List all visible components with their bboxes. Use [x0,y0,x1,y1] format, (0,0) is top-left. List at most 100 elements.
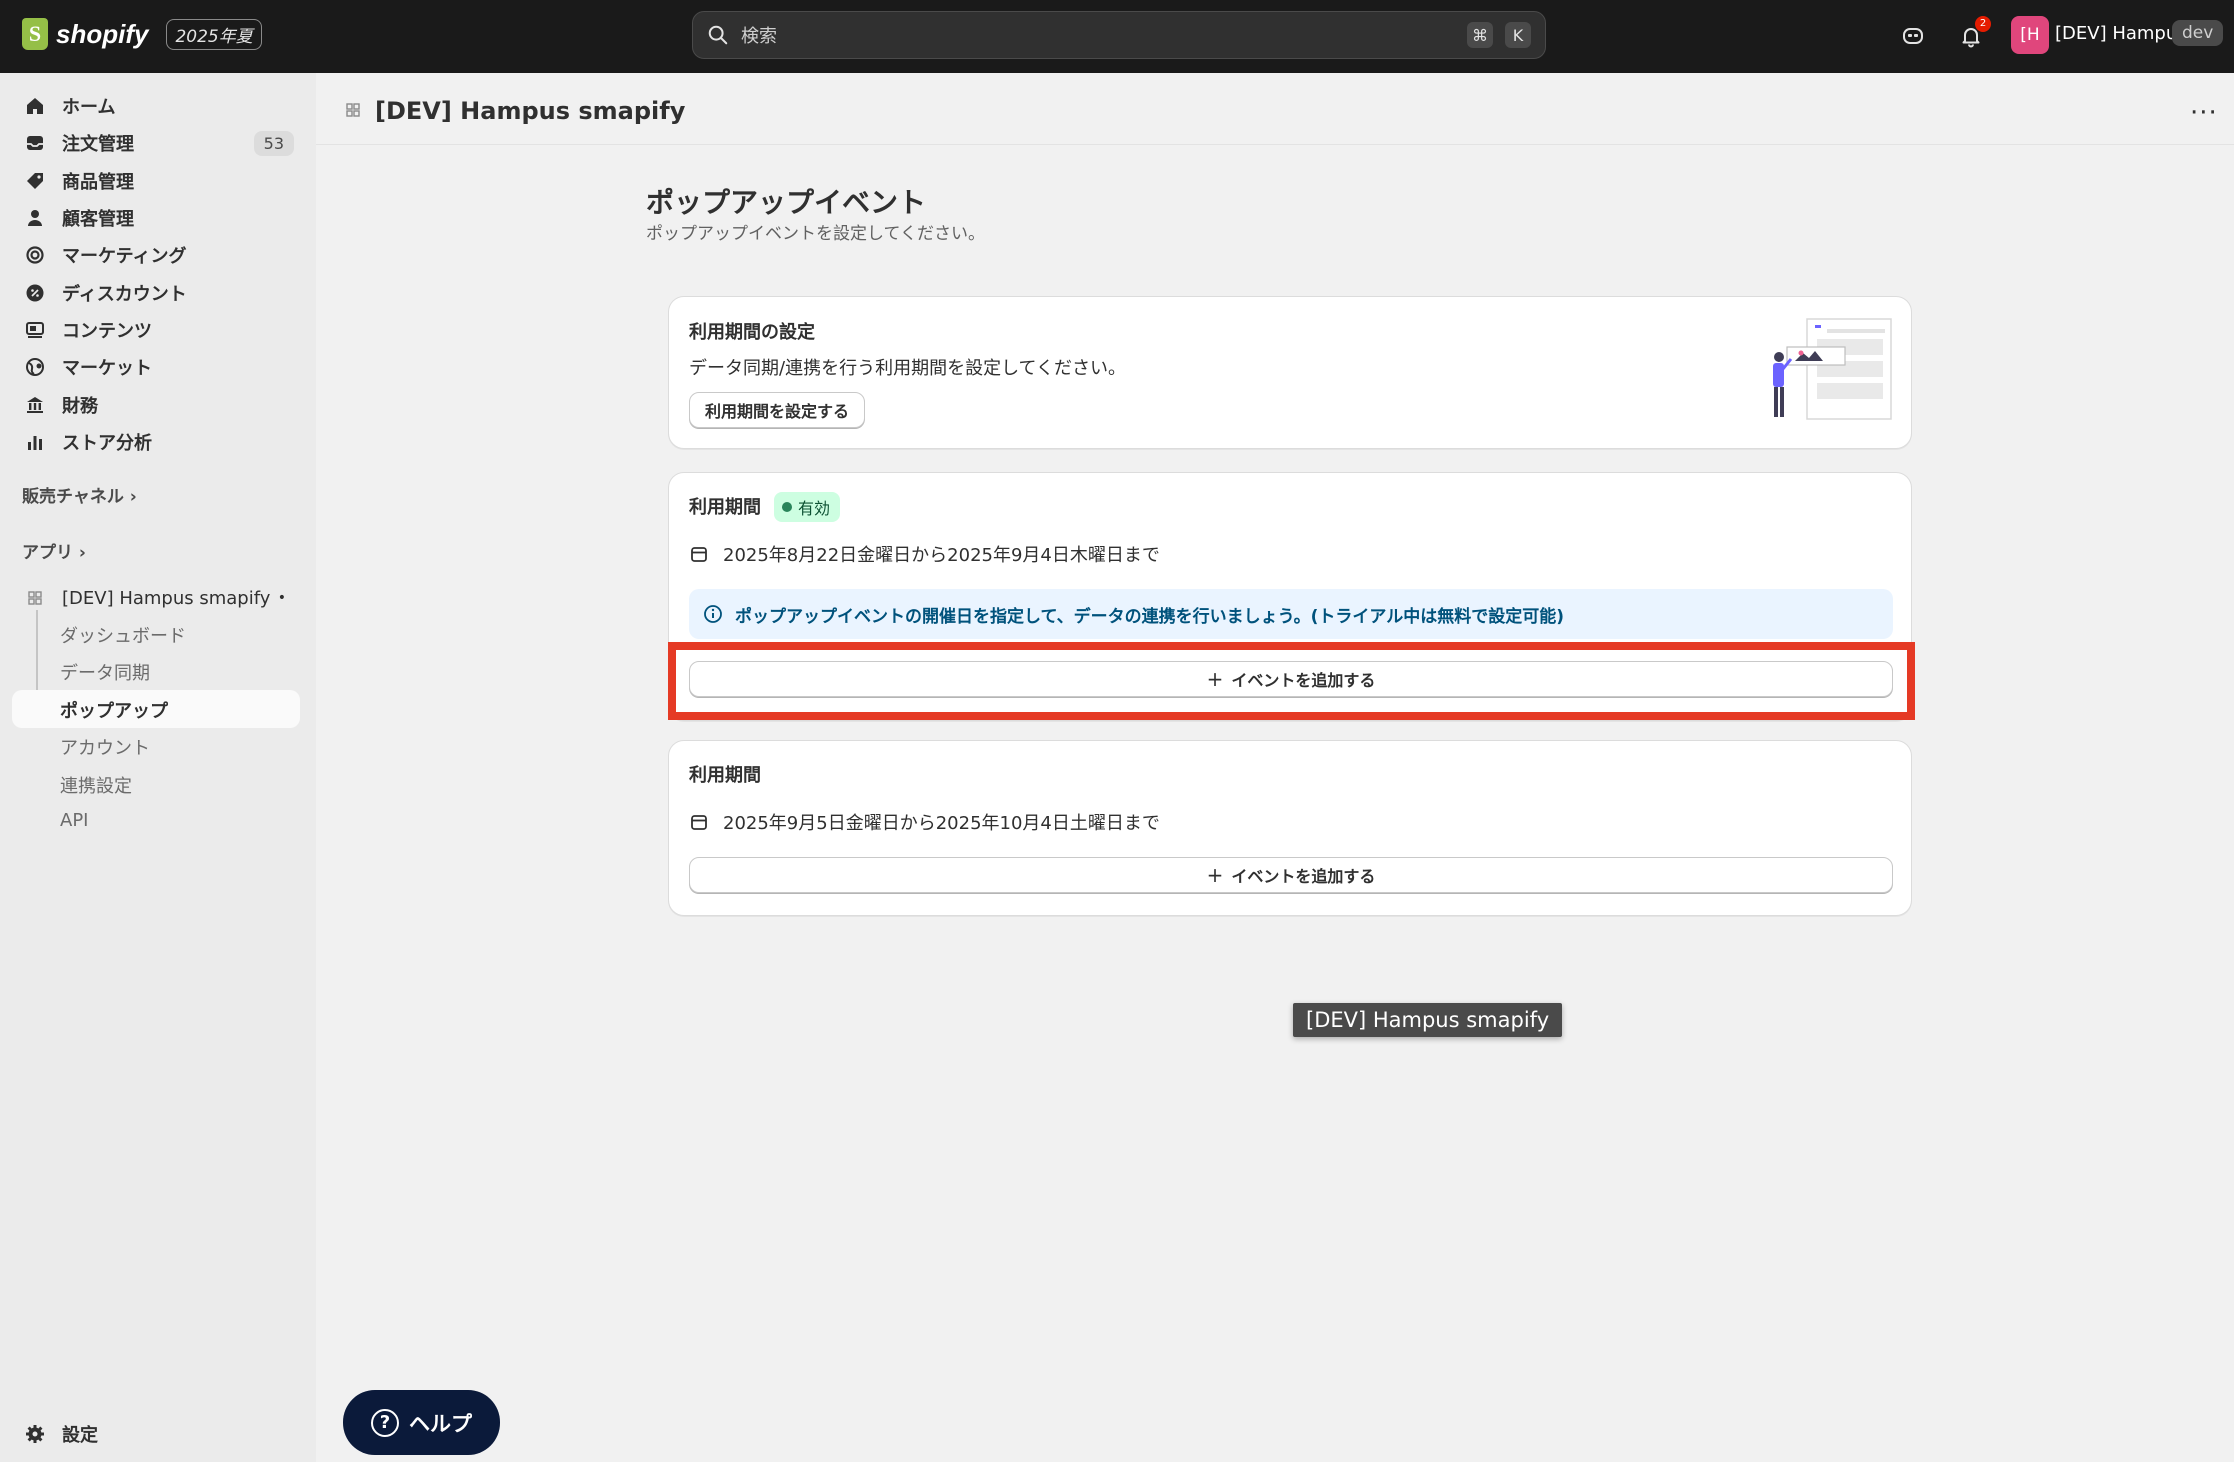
chart-icon [24,431,46,453]
sidebar-item-finance[interactable]: 財務 [12,387,300,423]
status-dot-icon [782,502,792,512]
store-name[interactable]: [DEV] Hampus [2055,23,2187,44]
button-label: 利用期間を設定する [704,402,849,421]
sidebar-item-discounts[interactable]: ディスカウント [12,275,300,311]
notification-count-badge: 2 [1975,16,1991,32]
date-range-row: 2025年9月5日金曜日から2025年10月4日土曜日まで [689,809,1160,835]
add-event-button[interactable]: + イベントを追加する [689,857,1893,893]
page-subtitle: ポップアップイベントを設定してください。 [646,224,985,244]
sidebar-item-label: ストア分析 [62,433,152,454]
set-period-button[interactable]: 利用期間を設定する [689,392,865,428]
sub-item-data-sync[interactable]: データ同期 [60,659,150,685]
more-actions-button[interactable]: ··· [2190,98,2218,128]
search-icon [708,25,728,45]
date-range-text: 2025年8月22日金曜日から2025年9月4日木曜日まで [723,545,1160,566]
search-bar[interactable]: 検索 ⌘ K [692,11,1546,59]
shopify-bag-icon: S [22,18,48,50]
calendar-icon [691,547,707,562]
sidebar-item-label: 商品管理 [62,172,134,193]
home-icon [24,95,46,117]
sidebar-item-label: ディスカウント [62,284,187,305]
card-title: 利用期間の設定 [689,322,815,343]
status-label: 有効 [798,499,831,518]
sub-item-api[interactable]: API [60,810,88,831]
period-settings-card: 利用期間の設定 データ同期/連携を行う利用期間を設定してください。 利用期間を設… [668,296,1912,449]
inbox-icon [24,132,46,154]
sub-item-popup[interactable]: ポップアップ [60,697,168,723]
info-text: ポップアップイベントの開催日を指定して、データの連携を行いましょう。(トライアル… [735,606,1564,627]
button-label: イベントを追加する [1231,867,1376,886]
shortcut-key-cmd: ⌘ [1467,22,1493,48]
shopify-logo[interactable]: S shopify 2025年夏 [22,18,262,50]
env-badge: dev [2172,20,2224,46]
apps-label: アプリ [22,543,73,563]
sub-item-account[interactable]: アカウント [60,734,150,760]
help-button[interactable]: ? ヘルプ [343,1390,500,1455]
status-badge: 有効 [774,492,841,522]
target-icon [24,244,46,266]
gear-icon [24,1423,46,1445]
sales-channels-section[interactable]: 販売チャネル › [22,482,137,507]
sidebar-item-label: ホーム [62,97,116,118]
sidebar-item-markets[interactable]: マーケット [12,349,300,385]
sidebar-item-label: 顧客管理 [62,209,134,230]
chevron-right-icon: › [78,543,86,563]
sidekick-icon [1903,28,1923,44]
apps-section[interactable]: アプリ › [22,538,86,563]
page-title: ポップアップイベント [646,186,927,219]
calendar-icon [691,815,707,830]
sidebar-item-home[interactable]: ホーム [12,88,300,124]
sidekick-button[interactable] [1899,22,1927,50]
sidebar-item-label: 設定 [62,1425,98,1446]
sidebar-item-app[interactable]: [DEV] Hampus smapify • [12,580,300,616]
sidebar-item-label: マーケティング [62,246,187,267]
sidebar-item-customers[interactable]: 顧客管理 [12,200,300,236]
presentation-illustration [1773,318,1892,420]
sidebar-item-label: 注文管理 [62,134,134,155]
date-range-text: 2025年9月5日金曜日から2025年10月4日土曜日まで [723,813,1160,834]
info-banner: ポップアップイベントの開催日を指定して、データの連携を行いましょう。(トライアル… [689,589,1893,639]
pin-dot-icon: • [277,590,286,606]
notifications-button[interactable]: 2 [1957,16,1991,50]
person-icon [24,207,46,229]
shortcut-key-k: K [1505,22,1531,48]
sidebar-item-label: マーケット [62,358,152,379]
info-icon [704,605,722,623]
card-title: 利用期間 [689,765,761,786]
plus-icon: + [1206,863,1224,887]
app-title: [DEV] Hampus smapify [375,97,686,125]
help-label: ヘルプ [409,1411,472,1436]
chevron-right-icon: › [129,487,137,507]
sidebar-item-orders[interactable]: 注文管理 53 [12,125,300,161]
sidebar-item-label: 財務 [62,396,98,417]
app-icon [345,102,361,122]
app-name-label: [DEV] Hampus smapify [62,587,271,609]
tag-icon [24,170,46,192]
logo-text: shopify [56,18,149,49]
sub-item-integration-settings[interactable]: 連携設定 [60,772,132,798]
card-description: データ同期/連携を行う利用期間を設定してください。 [689,358,1126,379]
avatar[interactable]: [H [2011,16,2049,54]
sidebar-item-content[interactable]: コンテンツ [12,312,300,348]
sub-item-dashboard[interactable]: ダッシュボード [60,622,186,648]
content-icon [24,319,46,341]
orders-count-badge: 53 [253,130,294,156]
sidebar-item-settings[interactable]: 設定 [12,1416,300,1452]
sales-channels-label: 販売チャネル [22,487,124,507]
edition-badge[interactable]: 2025年夏 [166,18,262,50]
question-mark-icon: ? [371,1408,399,1437]
discount-icon [24,282,46,304]
search-input[interactable]: 検索 [741,22,1455,48]
highlight-box [668,642,1915,720]
app-icon [24,587,46,609]
sidebar-item-marketing[interactable]: マーケティング [12,237,300,273]
period-card-upcoming: 利用期間 2025年9月5日金曜日から2025年10月4日土曜日まで + イベン… [668,740,1912,916]
bank-icon [24,394,46,416]
globe-icon [24,356,46,378]
sidebar-item-products[interactable]: 商品管理 [12,163,300,199]
top-bar: S shopify 2025年夏 検索 ⌘ K 2 [H [DEV] Hampu… [0,0,2234,73]
sidebar-item-label: コンテンツ [62,321,152,342]
date-range-row: 2025年8月22日金曜日から2025年9月4日木曜日まで [689,541,1160,567]
sidebar-item-analytics[interactable]: ストア分析 [12,424,300,460]
tooltip: [DEV] Hampus smapify [1293,1003,1563,1037]
